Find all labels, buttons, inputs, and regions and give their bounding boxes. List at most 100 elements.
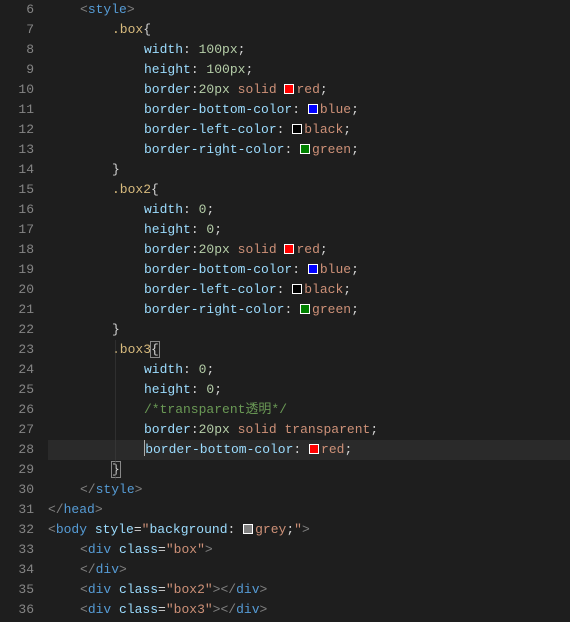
code-line[interactable]: </div> <box>48 560 570 580</box>
indent-guide <box>115 340 116 480</box>
token-num: 100px <box>199 42 238 57</box>
code-line[interactable]: <div class="box2"></div> <box>48 580 570 600</box>
color-swatch[interactable] <box>284 244 294 254</box>
code-line[interactable]: border:20px solid transparent; <box>48 420 570 440</box>
color-swatch[interactable] <box>243 524 253 534</box>
color-swatch[interactable] <box>292 124 302 134</box>
token-punc: = <box>134 522 142 537</box>
code-editor[interactable]: 6789101112131415161718192021222324252627… <box>0 0 570 622</box>
color-swatch[interactable] <box>292 284 302 294</box>
code-line[interactable]: width: 100px; <box>48 40 570 60</box>
token-tag: > <box>260 582 268 597</box>
code-line[interactable]: height: 0; <box>48 380 570 400</box>
token-num: 20px <box>199 422 230 437</box>
token-brace-match: { <box>150 341 160 358</box>
token-punc: ; <box>245 62 253 77</box>
code-line[interactable]: border-bottom-color: red; <box>48 440 570 460</box>
code-line[interactable]: height: 100px; <box>48 60 570 80</box>
line-number: 27 <box>0 420 34 440</box>
line-number: 28 <box>0 440 34 460</box>
token-punc: : <box>191 62 207 77</box>
code-line[interactable]: border-right-color: green; <box>48 300 570 320</box>
code-line[interactable]: width: 0; <box>48 360 570 380</box>
code-line[interactable]: } <box>48 460 570 480</box>
line-number: 7 <box>0 20 34 40</box>
token-val: red <box>296 82 319 97</box>
token-tag: </ <box>220 582 236 597</box>
code-line[interactable]: </head> <box>48 500 570 520</box>
code-line[interactable]: <div class="box3"></div> <box>48 600 570 620</box>
code-line[interactable]: border-left-color: black; <box>48 120 570 140</box>
token-punc <box>230 242 238 257</box>
token-prop: border-bottom-color <box>144 262 292 277</box>
token-tag: < <box>80 582 88 597</box>
token-elem: style <box>96 482 135 497</box>
token-punc: : <box>191 382 207 397</box>
color-swatch[interactable] <box>284 84 294 94</box>
token-punc: = <box>158 542 166 557</box>
code-line[interactable]: <style> <box>48 0 570 20</box>
color-swatch[interactable] <box>300 304 310 314</box>
code-line[interactable]: border:20px solid red; <box>48 80 570 100</box>
line-number: 15 <box>0 180 34 200</box>
code-line[interactable]: height: 0; <box>48 220 570 240</box>
code-line[interactable]: } <box>48 160 570 180</box>
line-number: 36 <box>0 600 34 620</box>
token-prop: height <box>144 382 191 397</box>
code-line[interactable]: .box3{ <box>48 340 570 360</box>
token-tag: < <box>48 522 56 537</box>
line-number: 25 <box>0 380 34 400</box>
code-line[interactable]: </style> <box>48 480 570 500</box>
line-number: 35 <box>0 580 34 600</box>
line-number: 8 <box>0 40 34 60</box>
token-sel: .box3 <box>112 342 151 357</box>
token-punc: : <box>183 362 199 377</box>
token-punc: ; <box>351 102 359 117</box>
token-prop: border-left-color <box>144 282 277 297</box>
token-val: solid <box>238 242 277 257</box>
line-number: 18 <box>0 240 34 260</box>
line-number: 10 <box>0 80 34 100</box>
color-swatch[interactable] <box>308 104 318 114</box>
code-line[interactable]: } <box>48 320 570 340</box>
token-punc: : <box>191 82 199 97</box>
color-swatch[interactable] <box>309 444 319 454</box>
line-number-gutter: 6789101112131415161718192021222324252627… <box>0 0 48 622</box>
token-prop: border-bottom-color <box>144 102 292 117</box>
code-line[interactable]: border-bottom-color: blue; <box>48 260 570 280</box>
code-line[interactable]: .box2{ <box>48 180 570 200</box>
token-str: "box3" <box>166 602 213 617</box>
token-val: black <box>304 122 343 137</box>
token-punc: ; <box>214 222 222 237</box>
token-tag: > <box>119 562 127 577</box>
token-punc: ; <box>351 302 359 317</box>
code-line[interactable]: border-bottom-color: blue; <box>48 100 570 120</box>
token-tag: > <box>302 522 310 537</box>
code-line[interactable]: border-right-color: green; <box>48 140 570 160</box>
code-line[interactable]: /*transparent透明*/ <box>48 400 570 420</box>
token-prop: width <box>144 202 183 217</box>
token-punc: : <box>292 262 308 277</box>
color-swatch[interactable] <box>308 264 318 274</box>
color-swatch[interactable] <box>300 144 310 154</box>
token-cmt: /*transparent透明*/ <box>144 402 287 417</box>
token-prop: width <box>144 42 183 57</box>
token-val: black <box>304 282 343 297</box>
code-line[interactable]: <div class="box"> <box>48 540 570 560</box>
line-number: 9 <box>0 60 34 80</box>
code-area[interactable]: <style>.box{width: 100px;height: 100px;b… <box>48 0 570 622</box>
code-line[interactable]: width: 0; <box>48 200 570 220</box>
token-punc <box>277 82 285 97</box>
code-line[interactable]: .box{ <box>48 20 570 40</box>
line-number: 6 <box>0 0 34 20</box>
code-line[interactable]: <body style="background: grey;"> <box>48 520 570 540</box>
line-number: 11 <box>0 100 34 120</box>
token-val: blue <box>320 262 351 277</box>
token-prop: border <box>144 242 191 257</box>
code-line[interactable]: border-left-color: black; <box>48 280 570 300</box>
token-val: solid <box>238 82 277 97</box>
token-str: " <box>294 522 302 537</box>
token-punc <box>230 422 238 437</box>
code-line[interactable]: border:20px solid red; <box>48 240 570 260</box>
token-val: solid <box>238 422 277 437</box>
